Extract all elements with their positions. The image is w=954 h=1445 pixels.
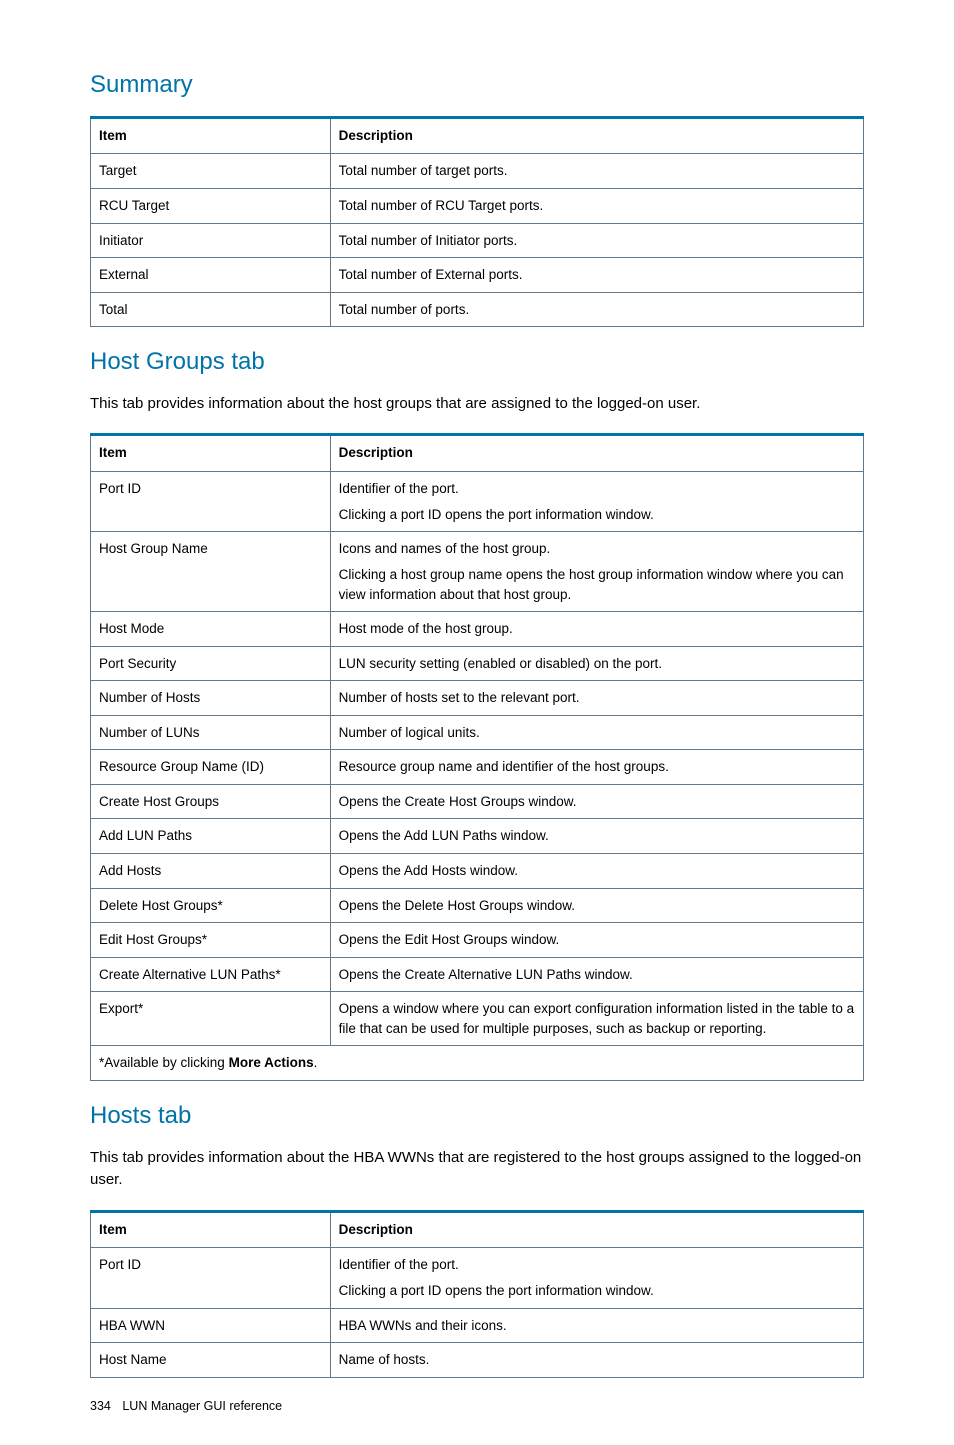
cell-item: Host Mode xyxy=(91,612,331,647)
table-row: Port SecurityLUN security setting (enabl… xyxy=(91,646,864,681)
table-row: RCU TargetTotal number of RCU Target por… xyxy=(91,189,864,224)
hosts-th-item: Item xyxy=(91,1211,331,1248)
cell-item: Number of LUNs xyxy=(91,715,331,750)
cell-item: Total xyxy=(91,292,331,327)
cell-item: Create Alternative LUN Paths* xyxy=(91,957,331,992)
cell-desc: Opens the Create Host Groups window. xyxy=(330,784,863,819)
cell-desc: Opens the Create Alternative LUN Paths w… xyxy=(330,957,863,992)
summary-th-item: Item xyxy=(91,117,331,154)
footnote-bold: More Actions xyxy=(229,1055,314,1070)
page-number: 334 xyxy=(90,1398,111,1416)
hostgroups-intro: This tab provides information about the … xyxy=(90,393,864,416)
table-row: Edit Host Groups*Opens the Edit Host Gro… xyxy=(91,923,864,958)
footer-title: LUN Manager GUI reference xyxy=(122,1399,282,1413)
cell-item: Resource Group Name (ID) xyxy=(91,750,331,785)
cell-item: Create Host Groups xyxy=(91,784,331,819)
cell-desc: Number of logical units. xyxy=(330,715,863,750)
hosts-intro: This tab provides information about the … xyxy=(90,1147,864,1192)
footnote-prefix: *Available by clicking xyxy=(99,1055,229,1070)
cell-desc: Opens the Add LUN Paths window. xyxy=(330,819,863,854)
table-row: Add LUN PathsOpens the Add LUN Paths win… xyxy=(91,819,864,854)
cell-desc: Icons and names of the host group.Clicki… xyxy=(330,532,863,612)
cell-desc: LUN security setting (enabled or disable… xyxy=(330,646,863,681)
cell-desc: Identifier of the port.Clicking a port I… xyxy=(330,472,863,532)
cell-item: Port Security xyxy=(91,646,331,681)
section-title-hostgroups: Host Groups tab xyxy=(90,345,864,379)
summary-th-desc: Description xyxy=(330,117,863,154)
table-row: Create Alternative LUN Paths*Opens the C… xyxy=(91,957,864,992)
cell-desc: Total number of target ports. xyxy=(330,154,863,189)
table-row: Create Host GroupsOpens the Create Host … xyxy=(91,784,864,819)
cell-item: Number of Hosts xyxy=(91,681,331,716)
footnote-suffix: . xyxy=(314,1055,318,1070)
cell-desc: Opens the Delete Host Groups window. xyxy=(330,888,863,923)
cell-desc: Identifier of the port.Clicking a port I… xyxy=(330,1248,863,1308)
hostgroups-table: Item Description Port ID Identifier of t… xyxy=(90,433,864,1081)
table-row: TotalTotal number of ports. xyxy=(91,292,864,327)
cell-item: Export* xyxy=(91,992,331,1046)
cell-desc: Opens a window where you can export conf… xyxy=(330,992,863,1046)
table-row: Resource Group Name (ID)Resource group n… xyxy=(91,750,864,785)
summary-table: Item Description TargetTotal number of t… xyxy=(90,116,864,328)
table-row: Number of HostsNumber of hosts set to th… xyxy=(91,681,864,716)
cell-item: HBA WWN xyxy=(91,1308,331,1343)
table-row: Host NameName of hosts. xyxy=(91,1343,864,1378)
cell-item: Add Hosts xyxy=(91,854,331,889)
table-row: Host ModeHost mode of the host group. xyxy=(91,612,864,647)
hostgroups-th-item: Item xyxy=(91,435,331,472)
table-row: Delete Host Groups*Opens the Delete Host… xyxy=(91,888,864,923)
cell-desc: Opens the Add Hosts window. xyxy=(330,854,863,889)
section-title-hosts: Hosts tab xyxy=(90,1099,864,1133)
cell-item: Add LUN Paths xyxy=(91,819,331,854)
cell-desc: Total number of Initiator ports. xyxy=(330,223,863,258)
cell-desc: Total number of External ports. xyxy=(330,258,863,293)
cell-desc: Resource group name and identifier of th… xyxy=(330,750,863,785)
hostgroups-th-desc: Description xyxy=(330,435,863,472)
cell-item: Port ID xyxy=(91,1248,331,1308)
cell-desc: Total number of ports. xyxy=(330,292,863,327)
page-footer: 334 LUN Manager GUI reference xyxy=(90,1398,864,1416)
table-row: TargetTotal number of target ports. xyxy=(91,154,864,189)
cell-item: Initiator xyxy=(91,223,331,258)
cell-item: Host Name xyxy=(91,1343,331,1378)
table-row: Port ID Identifier of the port.Clicking … xyxy=(91,1248,864,1308)
cell-item: Host Group Name xyxy=(91,532,331,612)
cell-desc: Total number of RCU Target ports. xyxy=(330,189,863,224)
section-title-summary: Summary xyxy=(90,68,864,102)
cell-desc: HBA WWNs and their icons. xyxy=(330,1308,863,1343)
footnote-cell: *Available by clicking More Actions. xyxy=(91,1046,864,1081)
table-row: HBA WWNHBA WWNs and their icons. xyxy=(91,1308,864,1343)
hosts-th-desc: Description xyxy=(330,1211,863,1248)
cell-item: Target xyxy=(91,154,331,189)
table-row: InitiatorTotal number of Initiator ports… xyxy=(91,223,864,258)
cell-desc: Name of hosts. xyxy=(330,1343,863,1378)
cell-item: Delete Host Groups* xyxy=(91,888,331,923)
table-row: Add HostsOpens the Add Hosts window. xyxy=(91,854,864,889)
table-footnote-row: *Available by clicking More Actions. xyxy=(91,1046,864,1081)
table-row: Host Group Name Icons and names of the h… xyxy=(91,532,864,612)
cell-item: RCU Target xyxy=(91,189,331,224)
table-row: ExternalTotal number of External ports. xyxy=(91,258,864,293)
cell-desc: Number of hosts set to the relevant port… xyxy=(330,681,863,716)
cell-item: External xyxy=(91,258,331,293)
cell-item: Edit Host Groups* xyxy=(91,923,331,958)
cell-item: Port ID xyxy=(91,472,331,532)
table-row: Number of LUNsNumber of logical units. xyxy=(91,715,864,750)
cell-desc: Host mode of the host group. xyxy=(330,612,863,647)
cell-desc: Opens the Edit Host Groups window. xyxy=(330,923,863,958)
table-row: Export*Opens a window where you can expo… xyxy=(91,992,864,1046)
hosts-table: Item Description Port ID Identifier of t… xyxy=(90,1210,864,1378)
table-row: Port ID Identifier of the port.Clicking … xyxy=(91,472,864,532)
